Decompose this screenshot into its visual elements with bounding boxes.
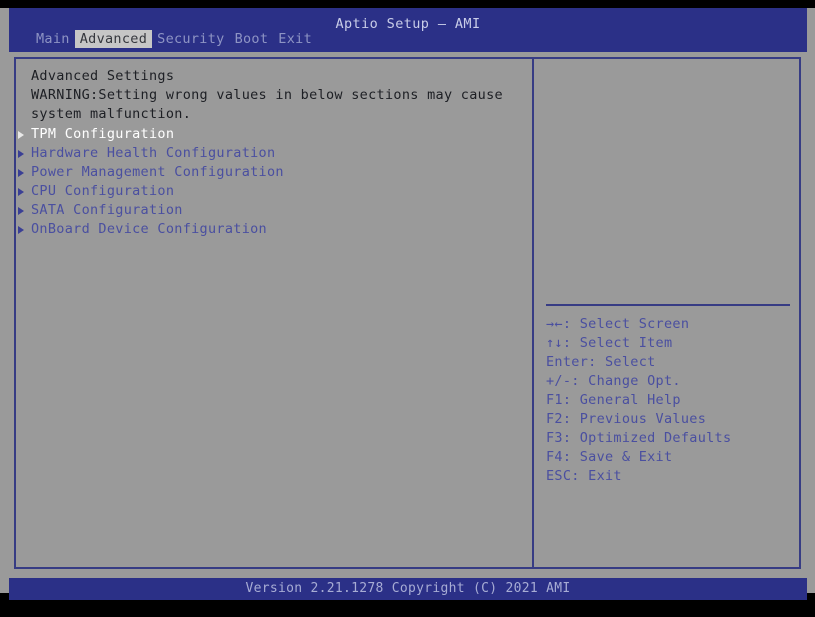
help-divider-rule bbox=[546, 304, 790, 306]
warning-message: WARNING:Setting wrong values in below se… bbox=[31, 86, 511, 124]
triangle-right-icon bbox=[18, 131, 24, 139]
triangle-right-icon bbox=[18, 169, 24, 177]
bios-setup-screen: Aptio Setup – AMI MainAdvancedSecurityBo… bbox=[0, 0, 815, 617]
menu-item-cpu-configuration[interactable]: CPU Configuration bbox=[16, 182, 532, 201]
content-frame: Advanced Settings WARNING:Setting wrong … bbox=[14, 57, 801, 569]
menu-item-label: CPU Configuration bbox=[31, 183, 174, 199]
triangle-right-icon bbox=[18, 188, 24, 196]
triangle-right-icon bbox=[18, 150, 24, 158]
menu-item-power-management-configuration[interactable]: Power Management Configuration bbox=[16, 163, 532, 182]
key-legend-line: →←: Select Screen bbox=[546, 315, 796, 334]
tab-main[interactable]: Main bbox=[31, 30, 75, 48]
settings-menu-list[interactable]: TPM Configuration Hardware Health Configu… bbox=[16, 125, 532, 239]
key-legend-line: ESC: Exit bbox=[546, 467, 796, 486]
key-legend-list: →←: Select Screen↑↓: Select ItemEnter: S… bbox=[546, 315, 796, 486]
help-pane: →←: Select Screen↑↓: Select ItemEnter: S… bbox=[534, 59, 801, 567]
menu-item-label: SATA Configuration bbox=[31, 202, 183, 218]
tab-security[interactable]: Security bbox=[152, 30, 229, 48]
key-legend-line: F1: General Help bbox=[546, 391, 796, 410]
menu-tab-bar[interactable]: MainAdvancedSecurityBootExit bbox=[31, 30, 317, 48]
key-legend-line: Enter: Select bbox=[546, 353, 796, 372]
menu-item-sata-configuration[interactable]: SATA Configuration bbox=[16, 201, 532, 220]
triangle-right-icon bbox=[18, 226, 24, 234]
key-legend-line: F4: Save & Exit bbox=[546, 448, 796, 467]
footer-bar: Version 2.21.1278 Copyright (C) 2021 AMI bbox=[9, 578, 807, 600]
menu-item-hardware-health-configuration[interactable]: Hardware Health Configuration bbox=[16, 144, 532, 163]
tab-advanced[interactable]: Advanced bbox=[75, 30, 152, 48]
menu-item-label: TPM Configuration bbox=[31, 126, 174, 142]
menu-item-label: Power Management Configuration bbox=[31, 164, 284, 180]
settings-heading: Advanced Settings bbox=[31, 67, 174, 86]
settings-pane: Advanced Settings WARNING:Setting wrong … bbox=[16, 59, 532, 567]
key-legend-line: F2: Previous Values bbox=[546, 410, 796, 429]
version-text: Version 2.21.1278 Copyright (C) 2021 AMI bbox=[9, 581, 807, 597]
key-legend-line: F3: Optimized Defaults bbox=[546, 429, 796, 448]
menu-item-label: OnBoard Device Configuration bbox=[31, 221, 267, 237]
triangle-right-icon bbox=[18, 207, 24, 215]
key-legend-line: ↑↓: Select Item bbox=[546, 334, 796, 353]
menu-item-label: Hardware Health Configuration bbox=[31, 145, 275, 161]
tab-boot[interactable]: Boot bbox=[230, 30, 274, 48]
menu-item-onboard-device-configuration[interactable]: OnBoard Device Configuration bbox=[16, 220, 532, 239]
key-legend-line: +/-: Change Opt. bbox=[546, 372, 796, 391]
tab-exit[interactable]: Exit bbox=[273, 30, 317, 48]
menu-item-tpm-configuration[interactable]: TPM Configuration bbox=[16, 125, 532, 144]
